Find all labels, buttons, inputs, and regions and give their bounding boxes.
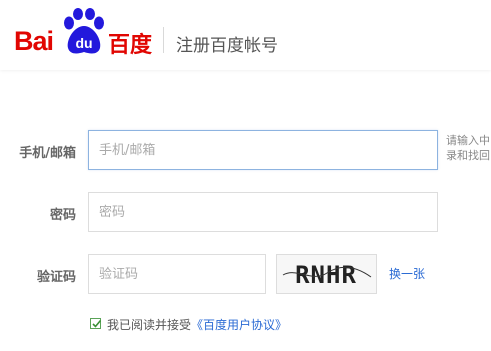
logo-latin-text: Bai [14,26,54,56]
captcha-image[interactable]: RNHR [276,254,377,294]
baidu-logo[interactable]: Bai du 百度 [14,8,154,60]
captcha-graphic: RNHR [282,261,372,289]
page-header: Bai du 百度 注册百度帐号 [0,0,491,70]
hint-line-1: 请输入中 [446,134,490,147]
refresh-captcha-link[interactable]: 换一张 [389,265,425,282]
baidu-paw-icon: du [64,8,104,54]
agreement-checkbox[interactable] [90,318,102,329]
checkmark-icon [92,319,102,328]
captcha-label: 验证码 [36,270,76,285]
password-input[interactable] [88,192,438,232]
page-title: 注册百度帐号 [176,36,278,56]
logo-paw-text: du [75,35,92,51]
agreement-text: 我已阅读并接受 [107,318,192,332]
header-divider [163,27,164,53]
phone-email-label: 手机/邮箱 [19,146,76,161]
password-label: 密码 [49,208,76,223]
user-agreement-link[interactable]: 《百度用户协议》 [191,318,287,332]
captcha-input[interactable] [88,254,266,294]
phone-email-input[interactable] [88,130,438,170]
logo-cn-text: 百度 [108,33,153,58]
hint-line-2: 录和找回 [446,149,490,162]
agreement-text-wrap: 我已阅读并接受《百度用户协议》 [107,316,287,333]
phone-email-hint: 请输入中 录和找回 [446,133,491,163]
